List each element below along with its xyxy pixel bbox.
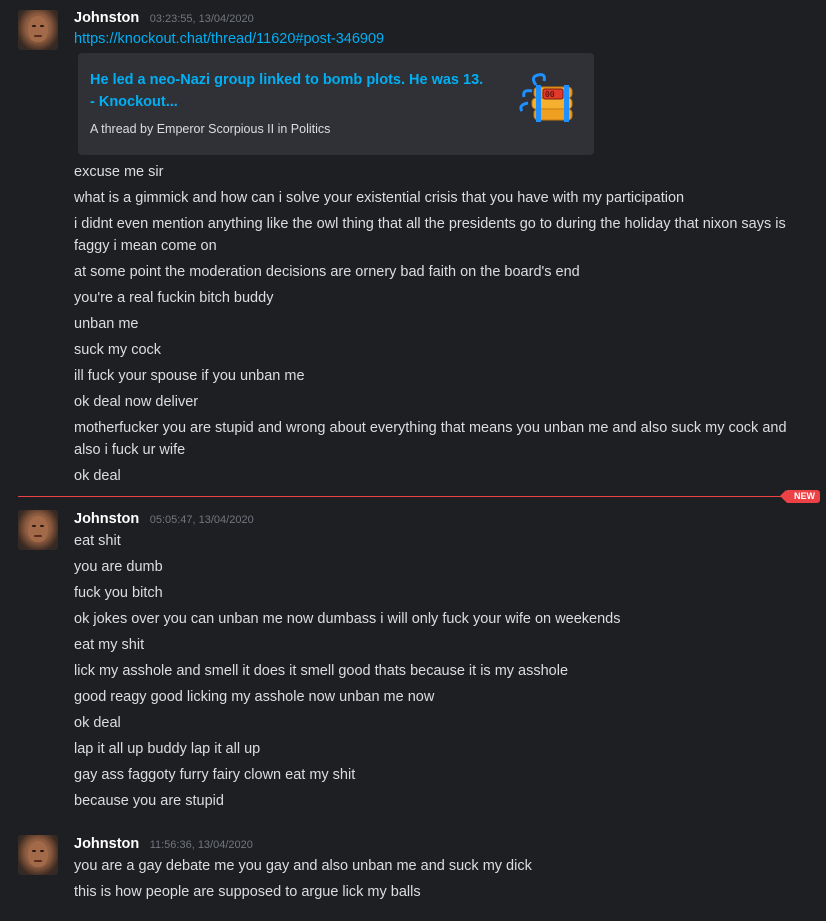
message-header: Johnston 03:23:55, 13/04/2020: [74, 9, 254, 27]
message-link-line: https://knockout.chat/thread/11620#post-…: [74, 28, 796, 50]
timestamp: 11:56:36, 13/04/2020: [149, 839, 253, 851]
link-embed: He led a neo-Nazi group linked to bomb p…: [78, 53, 594, 155]
dynamite-icon: 00: [519, 73, 573, 122]
message-text: ok jokes over you can unban me now dumba…: [74, 611, 621, 627]
embed-description: A thread by Emperor Scorpious II in Poli…: [90, 122, 331, 136]
message-text: fuck you bitch: [74, 585, 163, 601]
message-text: ok deal: [74, 468, 121, 484]
message-text: ok deal now deliver: [74, 394, 199, 410]
message-text: what is a gimmick and how can i solve yo…: [74, 190, 685, 206]
message-text: this is how people are supposed to argue…: [74, 884, 421, 900]
message-text: eat shit: [74, 533, 121, 549]
avatar[interactable]: [18, 835, 58, 875]
username[interactable]: Johnston: [74, 836, 139, 852]
message-header: Johnston 05:05:47, 13/04/2020: [74, 510, 254, 528]
message-text: ok deal: [74, 715, 121, 731]
username[interactable]: Johnston: [74, 10, 139, 26]
message-text: lick my asshole and smell it does it sme…: [74, 663, 569, 679]
message-link[interactable]: https://knockout.chat/thread/11620#post-…: [74, 31, 384, 47]
new-messages-divider: [18, 496, 786, 497]
message-text: motherfucker you are stupid and wrong ab…: [74, 420, 787, 458]
message-text: unban me: [74, 316, 139, 332]
message-text: eat my shit: [74, 637, 145, 653]
message-text: suck my cock: [74, 342, 162, 358]
message-text: you're a real fuckin bitch buddy: [74, 290, 274, 306]
message-text: lap it all up buddy lap it all up: [74, 741, 261, 757]
message-text: because you are stupid: [74, 793, 224, 809]
avatar[interactable]: [18, 510, 58, 550]
message-text: at some point the moderation decisions a…: [74, 264, 580, 280]
message-text: ill fuck your spouse if you unban me: [74, 368, 305, 384]
message-text: you are dumb: [74, 559, 163, 575]
message-text: gay ass faggoty furry fairy clown eat my…: [74, 767, 356, 783]
message-text: good reagy good licking my asshole now u…: [74, 689, 435, 705]
svg-text:00: 00: [545, 90, 555, 99]
message-text: you are a gay debate me you gay and also…: [74, 858, 532, 874]
message-text: excuse me sir: [74, 164, 164, 180]
avatar[interactable]: [18, 10, 58, 50]
message-text: i didnt even mention anything like the o…: [74, 216, 786, 254]
message-header: Johnston 11:56:36, 13/04/2020: [74, 835, 253, 853]
timestamp: 05:05:47, 13/04/2020: [149, 514, 254, 526]
timestamp: 03:23:55, 13/04/2020: [149, 13, 254, 25]
embed-title[interactable]: He led a neo-Nazi group linked to bomb p…: [90, 69, 490, 113]
new-badge: NEW: [780, 490, 820, 503]
username[interactable]: Johnston: [74, 511, 139, 527]
